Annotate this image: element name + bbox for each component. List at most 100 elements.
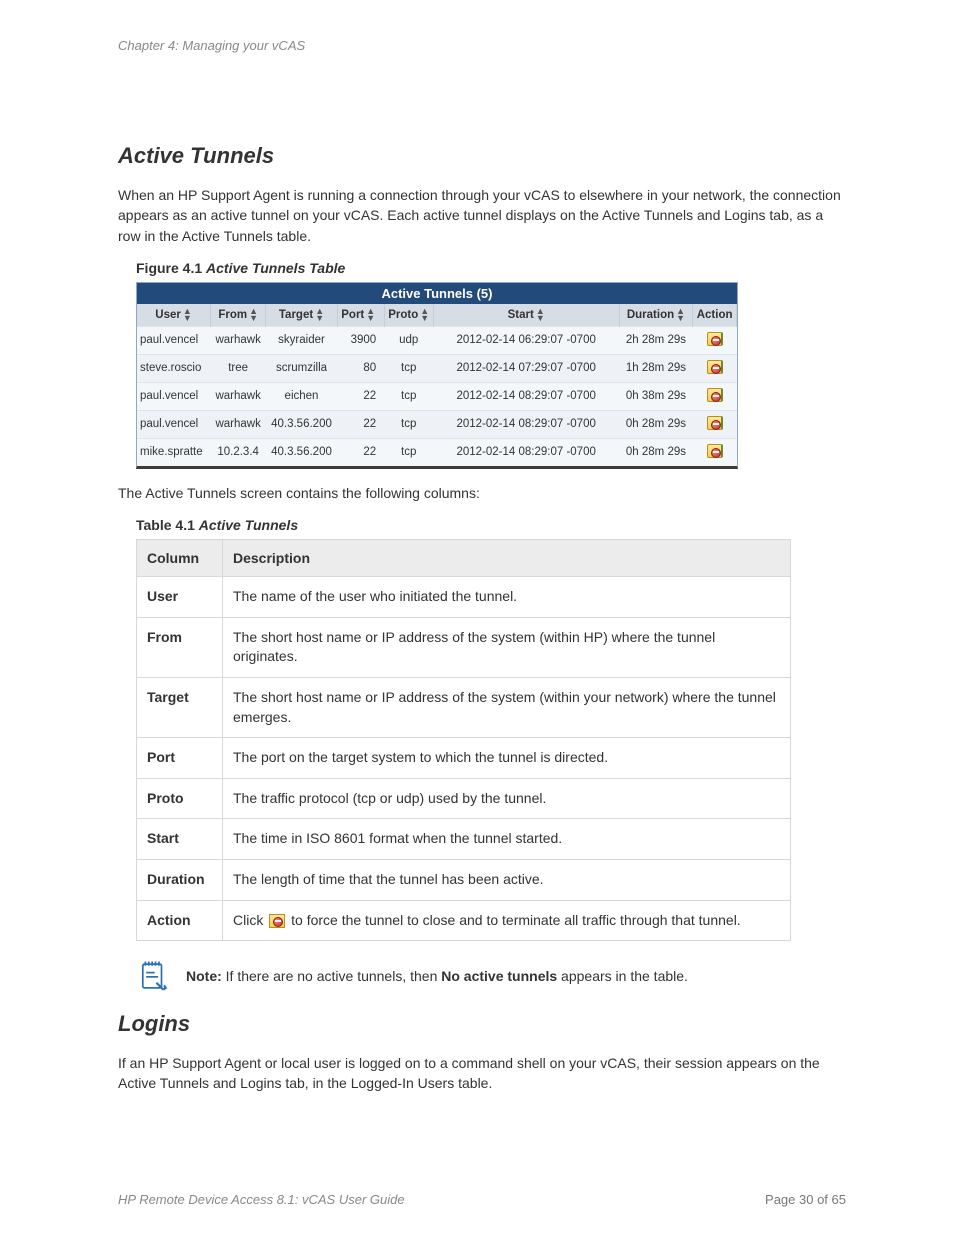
note-mid: If there are no active tunnels, then bbox=[222, 968, 441, 984]
desc-col-name: Proto bbox=[137, 778, 223, 819]
cell-action bbox=[693, 354, 737, 382]
cell-port: 3900 bbox=[337, 326, 384, 354]
desc-col-name: Start bbox=[137, 819, 223, 860]
cell-port: 80 bbox=[337, 354, 384, 382]
cell-target: scrumzilla bbox=[266, 354, 338, 382]
table-prefix: Table 4.1 bbox=[136, 517, 199, 533]
cell-target: skyraider bbox=[266, 326, 338, 354]
desc-header-row: Column Description bbox=[137, 540, 791, 577]
figure-title: Active Tunnels Table bbox=[206, 260, 345, 276]
table-row: steve.rosciotreescrumzilla80tcp2012-02-1… bbox=[137, 354, 737, 382]
cell-start: 2012-02-14 07:29:07 -0700 bbox=[433, 354, 619, 382]
cell-duration: 0h 28m 29s bbox=[619, 438, 693, 466]
col-header-start-label: Start bbox=[508, 309, 534, 321]
col-header-target[interactable]: Target▲▼ bbox=[266, 304, 338, 327]
cell-start: 2012-02-14 08:29:07 -0700 bbox=[433, 438, 619, 466]
cell-user: paul.vencel bbox=[137, 382, 211, 410]
desc-row: PortThe port on the target system to whi… bbox=[137, 738, 791, 779]
col-header-target-label: Target bbox=[279, 309, 313, 321]
figure-prefix: Figure 4.1 bbox=[136, 260, 206, 276]
col-header-proto-label: Proto bbox=[388, 309, 418, 321]
cell-duration: 1h 28m 29s bbox=[619, 354, 693, 382]
section-title-active-tunnels: Active Tunnels bbox=[118, 143, 846, 169]
table-row: paul.vencelwarhawk40.3.56.20022tcp2012-0… bbox=[137, 410, 737, 438]
stop-tunnel-button[interactable] bbox=[707, 360, 723, 374]
col-header-port-label: Port bbox=[341, 309, 364, 321]
desc-col-text: The short host name or IP address of the… bbox=[223, 677, 791, 737]
stop-tunnel-button[interactable] bbox=[707, 388, 723, 402]
section-title-logins: Logins bbox=[118, 1011, 846, 1037]
desc-col-name: User bbox=[137, 577, 223, 618]
cell-user: paul.vencel bbox=[137, 410, 211, 438]
active-tunnels-title: Active Tunnels (5) bbox=[137, 283, 737, 304]
desc-col-name: Duration bbox=[137, 859, 223, 900]
desc-col-text: The short host name or IP address of the… bbox=[223, 617, 791, 677]
desc-row: ProtoThe traffic protocol (tcp or udp) u… bbox=[137, 778, 791, 819]
desc-col-name: Port bbox=[137, 738, 223, 779]
cell-duration: 0h 28m 29s bbox=[619, 410, 693, 438]
table-row: paul.vencelwarhawkskyraider3900udp2012-0… bbox=[137, 326, 737, 354]
col-header-action: Action bbox=[693, 304, 737, 327]
desc-col-text: The length of time that the tunnel has b… bbox=[223, 859, 791, 900]
footer-page-number: Page 30 of 65 bbox=[765, 1192, 846, 1207]
cell-user: steve.roscio bbox=[137, 354, 211, 382]
stop-tunnel-button[interactable] bbox=[707, 332, 723, 346]
desc-col-name: Target bbox=[137, 677, 223, 737]
desc-col-text: The time in ISO 8601 format when the tun… bbox=[223, 819, 791, 860]
desc-col-text: The name of the user who initiated the t… bbox=[223, 577, 791, 618]
cell-action bbox=[693, 326, 737, 354]
col-header-proto[interactable]: Proto▲▼ bbox=[384, 304, 433, 327]
table-row: paul.vencelwarhawkeichen22tcp2012-02-14 … bbox=[137, 382, 737, 410]
desc-col-text: Click to force the tunnel to close and t… bbox=[223, 900, 791, 941]
intro-paragraph: When an HP Support Agent is running a co… bbox=[118, 185, 846, 246]
desc-header-column: Column bbox=[137, 540, 223, 577]
active-tunnels-table-container: Active Tunnels (5) User▲▼ From▲▼ Target▲… bbox=[136, 282, 738, 469]
footer-left: HP Remote Device Access 8.1: vCAS User G… bbox=[118, 1192, 405, 1207]
desc-row: FromThe short host name or IP address of… bbox=[137, 617, 791, 677]
col-header-user[interactable]: User▲▼ bbox=[137, 304, 211, 327]
col-header-duration[interactable]: Duration▲▼ bbox=[619, 304, 693, 327]
page-footer: HP Remote Device Access 8.1: vCAS User G… bbox=[118, 1192, 846, 1207]
note-icon bbox=[136, 959, 170, 993]
cell-from: tree bbox=[211, 354, 266, 382]
sort-icon: ▲▼ bbox=[536, 308, 545, 322]
stop-tunnel-button[interactable] bbox=[707, 416, 723, 430]
cell-start: 2012-02-14 06:29:07 -0700 bbox=[433, 326, 619, 354]
cell-action bbox=[693, 382, 737, 410]
desc-col-name: Action bbox=[137, 900, 223, 941]
cell-proto: tcp bbox=[384, 382, 433, 410]
table-title: Active Tunnels bbox=[199, 517, 298, 533]
sort-icon: ▲▼ bbox=[183, 308, 192, 322]
cell-proto: udp bbox=[384, 326, 433, 354]
col-header-port[interactable]: Port▲▼ bbox=[337, 304, 384, 327]
note-label: Note: bbox=[186, 968, 222, 984]
chapter-header: Chapter 4: Managing your vCAS bbox=[118, 38, 846, 53]
desc-row: UserThe name of the user who initiated t… bbox=[137, 577, 791, 618]
cell-from: warhawk bbox=[211, 382, 266, 410]
col-header-from[interactable]: From▲▼ bbox=[211, 304, 266, 327]
col-header-user-label: User bbox=[155, 309, 181, 321]
desc-row: StartThe time in ISO 8601 format when th… bbox=[137, 819, 791, 860]
cell-from: 10.2.3.4 bbox=[211, 438, 266, 466]
cell-start: 2012-02-14 08:29:07 -0700 bbox=[433, 382, 619, 410]
sort-icon: ▲▼ bbox=[249, 308, 258, 322]
stop-tunnel-icon bbox=[269, 914, 285, 928]
desc-header-description: Description bbox=[223, 540, 791, 577]
desc-row: DurationThe length of time that the tunn… bbox=[137, 859, 791, 900]
cell-user: paul.vencel bbox=[137, 326, 211, 354]
cell-start: 2012-02-14 08:29:07 -0700 bbox=[433, 410, 619, 438]
stop-tunnel-button[interactable] bbox=[707, 444, 723, 458]
desc-col-name: From bbox=[137, 617, 223, 677]
cell-target: 40.3.56.200 bbox=[266, 410, 338, 438]
logins-paragraph: If an HP Support Agent or local user is … bbox=[118, 1053, 846, 1094]
after-figure-text: The Active Tunnels screen contains the f… bbox=[118, 483, 846, 503]
col-header-start[interactable]: Start▲▼ bbox=[433, 304, 619, 327]
note-end: appears in the table. bbox=[557, 968, 688, 984]
sort-icon: ▲▼ bbox=[676, 308, 685, 322]
note-block: Note: If there are no active tunnels, th… bbox=[136, 959, 846, 993]
cell-target: 40.3.56.200 bbox=[266, 438, 338, 466]
note-text: Note: If there are no active tunnels, th… bbox=[186, 968, 688, 984]
note-bold: No active tunnels bbox=[441, 968, 557, 984]
sort-icon: ▲▼ bbox=[420, 308, 429, 322]
table-header-row: User▲▼ From▲▼ Target▲▼ Port▲▼ Proto▲▼ St… bbox=[137, 304, 737, 327]
